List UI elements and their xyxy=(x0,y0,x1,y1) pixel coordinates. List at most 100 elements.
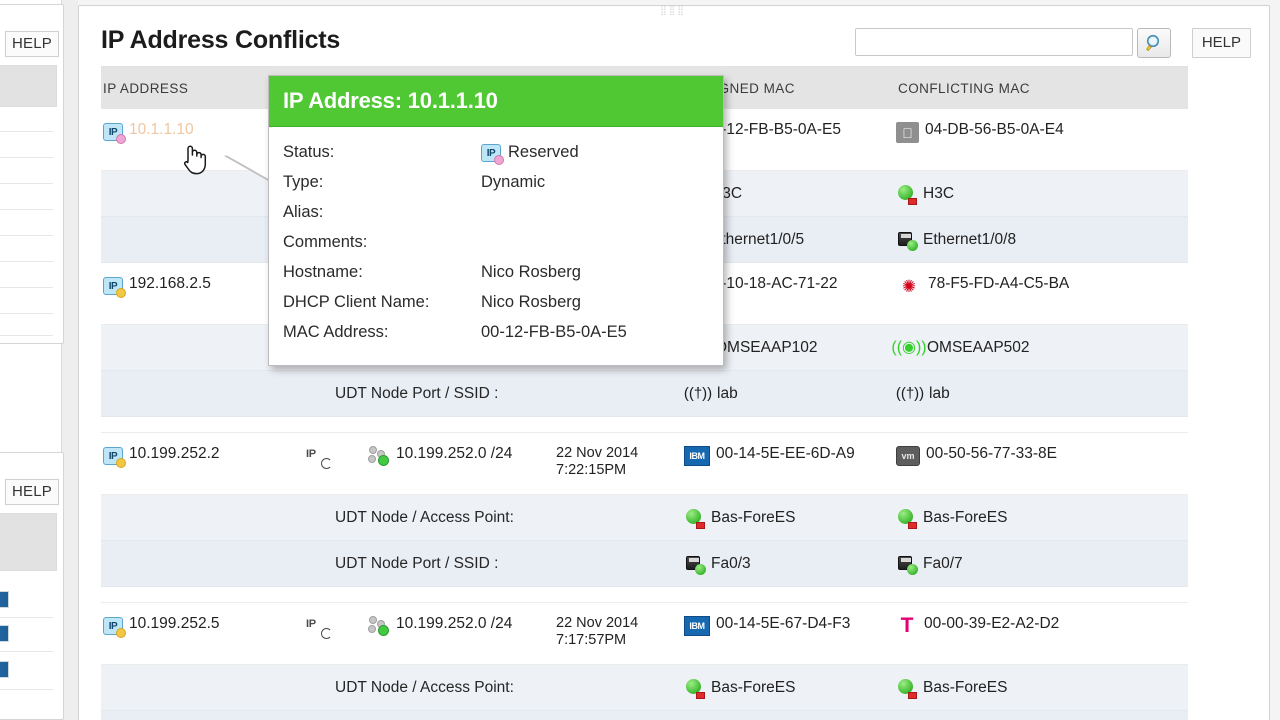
last-seen-date: 22 Nov 2014 xyxy=(556,615,639,631)
table-subrow: UDT Node Port / SSID : ((†)) lab ((†)) l… xyxy=(101,371,1188,417)
left-panel-divider xyxy=(0,617,53,618)
ibm-icon: IBM xyxy=(684,446,710,466)
table-row[interactable]: IP 10.199.252.5 IP 10.199.252.0 /24 22 N… xyxy=(101,603,1188,665)
conflicting-mac-value: 00-00-39-E2-A2-D2 xyxy=(924,615,1060,632)
subrow-label: UDT Node / Access Point: xyxy=(335,508,514,526)
tooltip-field-value: Nico Rosberg xyxy=(481,292,581,311)
ip-address-link[interactable]: 192.168.2.5 xyxy=(129,275,211,293)
tooltip-field: Comments: xyxy=(269,227,723,257)
progress-bar xyxy=(0,661,9,678)
node-globe-icon xyxy=(898,678,917,699)
search-input[interactable] xyxy=(855,28,1133,56)
ip-address-link[interactable]: 10.199.252.2 xyxy=(129,445,220,463)
column-header-conflicting-mac[interactable]: CONFLICTING MAC xyxy=(896,81,1136,96)
tooltip-field: DHCP Client Name: Nico Rosberg xyxy=(269,287,723,317)
ip-address-link[interactable]: 10.1.1.10 xyxy=(129,121,194,139)
tooltip-field: MAC Address: 00-12-FB-B5-0A-E5 xyxy=(269,317,723,347)
left-panel-divider xyxy=(0,335,53,336)
cell-conflicting-mac: ✺ 78-F5-FD-A4-C5-BA xyxy=(896,263,1136,297)
left-panel-bottom-block xyxy=(0,513,57,571)
cell-ip-address[interactable]: IP 10.199.252.2 xyxy=(101,433,306,468)
help-button[interactable]: HELP xyxy=(1191,28,1251,58)
last-seen-time: 7:22:15PM xyxy=(556,462,627,478)
subrow-conflicting-text: lab xyxy=(929,384,950,402)
subnet-icon xyxy=(368,616,390,636)
assigned-mac-value: 00-14-5E-EE-6D-A9 xyxy=(716,445,855,462)
tooltip-field: Alias: xyxy=(269,197,723,227)
left-panel-divider xyxy=(0,235,53,236)
background-gutter xyxy=(62,0,78,720)
ip-address-link[interactable]: 10.199.252.5 xyxy=(129,615,220,633)
table-row-spacer xyxy=(101,417,1188,433)
tooltip-title: IP Address: 10.1.1.10 xyxy=(283,88,498,113)
ip-reserved-icon: IP xyxy=(103,447,126,468)
subrow-assigned-text: Ethernet1/0/5 xyxy=(711,230,805,248)
subrow-assigned-text: Fa0/3 xyxy=(711,554,751,572)
subrow-conflicting-text: H3C xyxy=(923,184,955,202)
cell-conflicting-mac: vm 00-50-56-77-33-8E xyxy=(896,433,1136,466)
cell-subnet[interactable]: 10.199.252.0 /24 xyxy=(368,433,556,466)
left-panel-divider xyxy=(0,131,53,132)
port-icon xyxy=(686,555,706,575)
huawei-icon: ✺ xyxy=(901,276,917,296)
ip-reserved-icon: IP xyxy=(103,617,126,638)
node-globe-icon xyxy=(898,184,917,205)
ip-reserved-icon: IP xyxy=(103,123,126,144)
cell-assigned-mac: IBM 00-14-5E-67-D4-F3 xyxy=(684,603,896,636)
subrow-conflicting-text: Ethernet1/0/8 xyxy=(923,230,1017,248)
subrow-label: UDT Node Port / SSID : xyxy=(335,554,499,572)
left-panel-divider xyxy=(0,157,53,158)
conflicting-mac-value: 00-50-56-77-33-8E xyxy=(926,445,1057,462)
tooltip-field-value: Nico Rosberg xyxy=(481,262,581,281)
tooltip-field-value: IP Reserved xyxy=(481,142,579,165)
left-panel-top-block xyxy=(0,65,57,107)
subrow-conflicting-value: Fa0/7 xyxy=(898,555,1138,575)
subrow-conflicting-value: ((◉)) OMSEAAP502 xyxy=(891,338,1138,358)
ip-details-tooltip: IP Address: 10.1.1.10 Status: IP Reserve… xyxy=(268,75,724,366)
ip-reserved-icon: IP xyxy=(481,144,504,165)
subrow-conflicting-value: Bas-ForeES xyxy=(898,678,1138,699)
node-globe-icon xyxy=(686,678,705,699)
table-subrow xyxy=(101,711,1188,720)
search-button[interactable] xyxy=(1137,28,1171,58)
left-panel-divider xyxy=(0,651,53,652)
cell-conflicting-mac:  04-DB-56-B5-0A-E4 xyxy=(896,109,1136,143)
subnet-icon xyxy=(368,446,390,466)
access-point-icon: ((◉)) xyxy=(891,338,927,356)
progress-bar xyxy=(0,591,9,608)
tooltip-field-label: Type: xyxy=(283,172,324,191)
left-panel-bottom: HELP xyxy=(0,452,64,720)
conflicting-mac-value: 78-F5-FD-A4-C5-BA xyxy=(928,275,1070,292)
subrow-conflicting-text: Bas-ForeES xyxy=(923,508,1008,526)
ibm-icon: IBM xyxy=(684,616,710,636)
assigned-mac-value: 00-12-FB-B5-0A-E5 xyxy=(704,121,841,138)
subrow-conflicting-value: Bas-ForeES xyxy=(898,508,1138,529)
tooltip-status-text: Reserved xyxy=(508,142,579,161)
subrow-assigned-value: ((†)) lab xyxy=(684,384,898,404)
left-panel-top-help-button[interactable]: HELP xyxy=(5,31,59,57)
last-seen-date: 22 Nov 2014 xyxy=(556,445,639,461)
apple-icon:  xyxy=(896,122,919,143)
left-panel-divider xyxy=(0,183,53,184)
port-icon xyxy=(898,555,918,575)
conflicting-mac-value: 04-DB-56-B5-0A-E4 xyxy=(925,121,1064,138)
cell-ip-address[interactable]: IP 10.199.252.5 xyxy=(101,603,306,638)
tooltip-field-label: Alias: xyxy=(283,202,324,221)
tmobile-icon: T xyxy=(900,614,914,637)
tooltip-field-label: Hostname: xyxy=(283,262,363,281)
tooltip-field: Hostname: Nico Rosberg xyxy=(269,257,723,287)
table-row[interactable]: IP 10.199.252.2 IP 10.199.252.0 /24 22 N… xyxy=(101,433,1188,495)
left-panel-bottom-help-button[interactable]: HELP xyxy=(5,479,59,505)
tooltip-field-label: Comments: xyxy=(283,232,368,251)
left-panel-divider xyxy=(0,313,53,314)
port-icon xyxy=(898,231,918,251)
left-panel-divider xyxy=(0,261,53,262)
last-seen-time: 7:17:57PM xyxy=(556,632,627,648)
tooltip-body: Status: IP Reserved Type: Dynamic Alias:… xyxy=(269,127,723,365)
tooltip-field: Status: IP Reserved xyxy=(269,137,723,167)
subnet-value[interactable]: 10.199.252.0 /24 xyxy=(396,445,512,463)
search-icon xyxy=(1146,34,1160,52)
tooltip-field-label: MAC Address: xyxy=(283,322,389,341)
subnet-value[interactable]: 10.199.252.0 /24 xyxy=(396,615,512,633)
cell-subnet[interactable]: 10.199.252.0 /24 xyxy=(368,603,556,636)
